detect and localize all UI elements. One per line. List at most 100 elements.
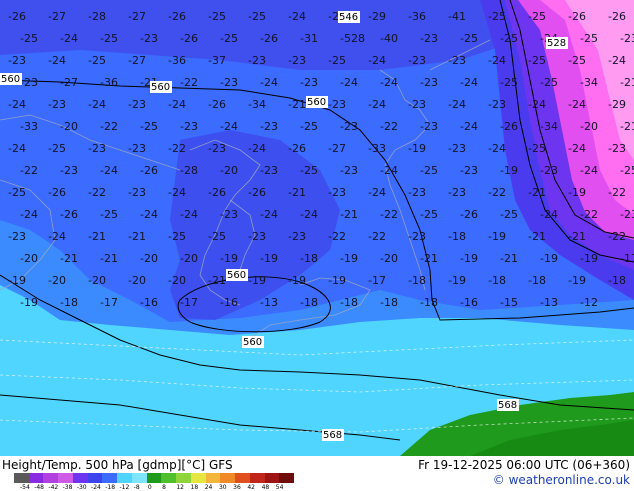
map-canvas: -26 -27 -28 -27 -26 -25 -25 -24 -28 -29 -36 -41 -25-…: [0, 0, 634, 456]
temperature-label: -29: [608, 98, 626, 111]
temperature-label: -34: [540, 120, 558, 133]
scale-swatch: [14, 473, 30, 483]
color-scale-ticks: -54 -48 -42 -38 -30 -24 -18 -12 -8 0 8 12 18 24 30 36 42…: [20, 484, 300, 491]
temperature-label: -24: [568, 142, 586, 155]
temperature-label: -23: [60, 164, 78, 177]
temperature-label: -19: [408, 142, 426, 155]
temperature-label: -23: [248, 54, 266, 67]
temperature-label: -17: [180, 296, 198, 309]
scale-swatch: [28, 473, 44, 483]
temperature-label: -40: [380, 32, 398, 45]
temperature-label: -18: [448, 230, 466, 243]
color-scale: [14, 473, 295, 483]
temperature-label: -21: [100, 252, 118, 265]
temperature-label: -24: [488, 54, 506, 67]
temperature-label: -12: [580, 296, 598, 309]
temperature-label: -22: [180, 76, 198, 89]
temperature-label: -21: [568, 230, 586, 243]
temperature-label: -37: [208, 54, 226, 67]
temperature-label: -26: [460, 208, 478, 221]
temperature-label: -25: [300, 120, 318, 133]
scale-swatch: [72, 473, 89, 483]
temperature-label: -23: [328, 98, 346, 111]
temperature-label: -24: [48, 230, 66, 243]
temperature-label: -23: [448, 186, 466, 199]
height-label: 546: [339, 12, 358, 23]
temperature-label: -26: [500, 120, 518, 133]
temperature-label: -24: [380, 164, 398, 177]
temperature-label: -24: [528, 98, 546, 111]
temperature-label: -23: [460, 164, 478, 177]
temperature-label: -23: [180, 120, 198, 133]
temperature-label: -25: [300, 164, 318, 177]
temperature-label: -16: [460, 296, 478, 309]
temperature-label: -24: [220, 120, 238, 133]
temperature-label: -23: [48, 98, 66, 111]
temperature-label: -25: [100, 208, 118, 221]
temperature-label: -22: [580, 208, 598, 221]
temperature-label: -22: [328, 230, 346, 243]
scale-swatch: [58, 473, 74, 483]
temperature-label: -26: [48, 186, 66, 199]
temperature-label: -26: [208, 98, 226, 111]
temperature-label: -21: [288, 98, 306, 111]
temperature-label: -13: [540, 296, 558, 309]
temperature-label: -23: [128, 186, 146, 199]
temperature-label: -21: [500, 252, 518, 265]
temperature-label: -19: [568, 274, 586, 287]
temperature-label: -19: [8, 274, 26, 287]
temperature-label: -25: [328, 54, 346, 67]
temperature-label: -18: [60, 296, 78, 309]
temperature-label: -31: [300, 32, 318, 45]
scale-swatch: [87, 473, 103, 483]
temperature-label: -20: [88, 274, 106, 287]
temperature-label: -23: [220, 208, 238, 221]
temperature-label: -26: [260, 32, 278, 45]
temperature-label: -25: [568, 54, 586, 67]
temperature-label: -21: [528, 230, 546, 243]
temperature-label: -25: [420, 164, 438, 177]
temperature-label: -23: [8, 230, 26, 243]
temperature-label: -15: [500, 296, 518, 309]
temperature-label: -23: [408, 54, 426, 67]
temperature-label: -23: [20, 76, 38, 89]
temperature-label: -18: [340, 296, 358, 309]
height-label: 528: [547, 38, 566, 49]
temperature-label: -24: [288, 10, 306, 23]
temperature-label: -24: [100, 164, 118, 177]
temperature-label: -26: [180, 32, 198, 45]
temperature-label: -21: [420, 252, 438, 265]
temperature-label: -23: [340, 164, 358, 177]
temperature-label: -13: [260, 296, 278, 309]
temperature-label: -23: [260, 120, 278, 133]
temperature-label: -24: [20, 208, 38, 221]
temperature-label: -36: [408, 10, 426, 23]
temperature-label: -25: [208, 10, 226, 23]
temperature-label: -27: [128, 54, 146, 67]
temperature-label: -19: [220, 252, 238, 265]
temperature-label: -25: [248, 10, 266, 23]
temperature-label: -17: [368, 274, 386, 287]
temperature-label: -23: [88, 142, 106, 155]
temperature-label: -20: [140, 252, 158, 265]
temperature-label: -23: [220, 76, 238, 89]
copyright-link[interactable]: © weatheronline.co.uk: [493, 473, 630, 487]
temperature-label: -26: [208, 186, 226, 199]
temperature-label: -23: [540, 164, 558, 177]
temperature-label: -26: [248, 186, 266, 199]
temperature-label: -23: [608, 142, 626, 155]
temperature-label: -23: [248, 230, 266, 243]
temperature-label: -21: [340, 208, 358, 221]
height-label: 568: [498, 400, 517, 411]
temperature-label: -23: [448, 54, 466, 67]
footer-bar: Height/Temp. 500 hPa [gdmp][°C] GFS Fr 1…: [0, 456, 634, 491]
temperature-label: -20: [48, 274, 66, 287]
temperature-label: -22: [20, 164, 38, 177]
temperature-label: -24: [140, 208, 158, 221]
temperature-label: -24: [88, 98, 106, 111]
temperature-label: -19: [580, 252, 598, 265]
temperature-label: -24: [580, 164, 598, 177]
temperature-label: -23: [420, 32, 438, 45]
temperature-label: -23: [448, 142, 466, 155]
temperature-label: -19: [248, 274, 266, 287]
